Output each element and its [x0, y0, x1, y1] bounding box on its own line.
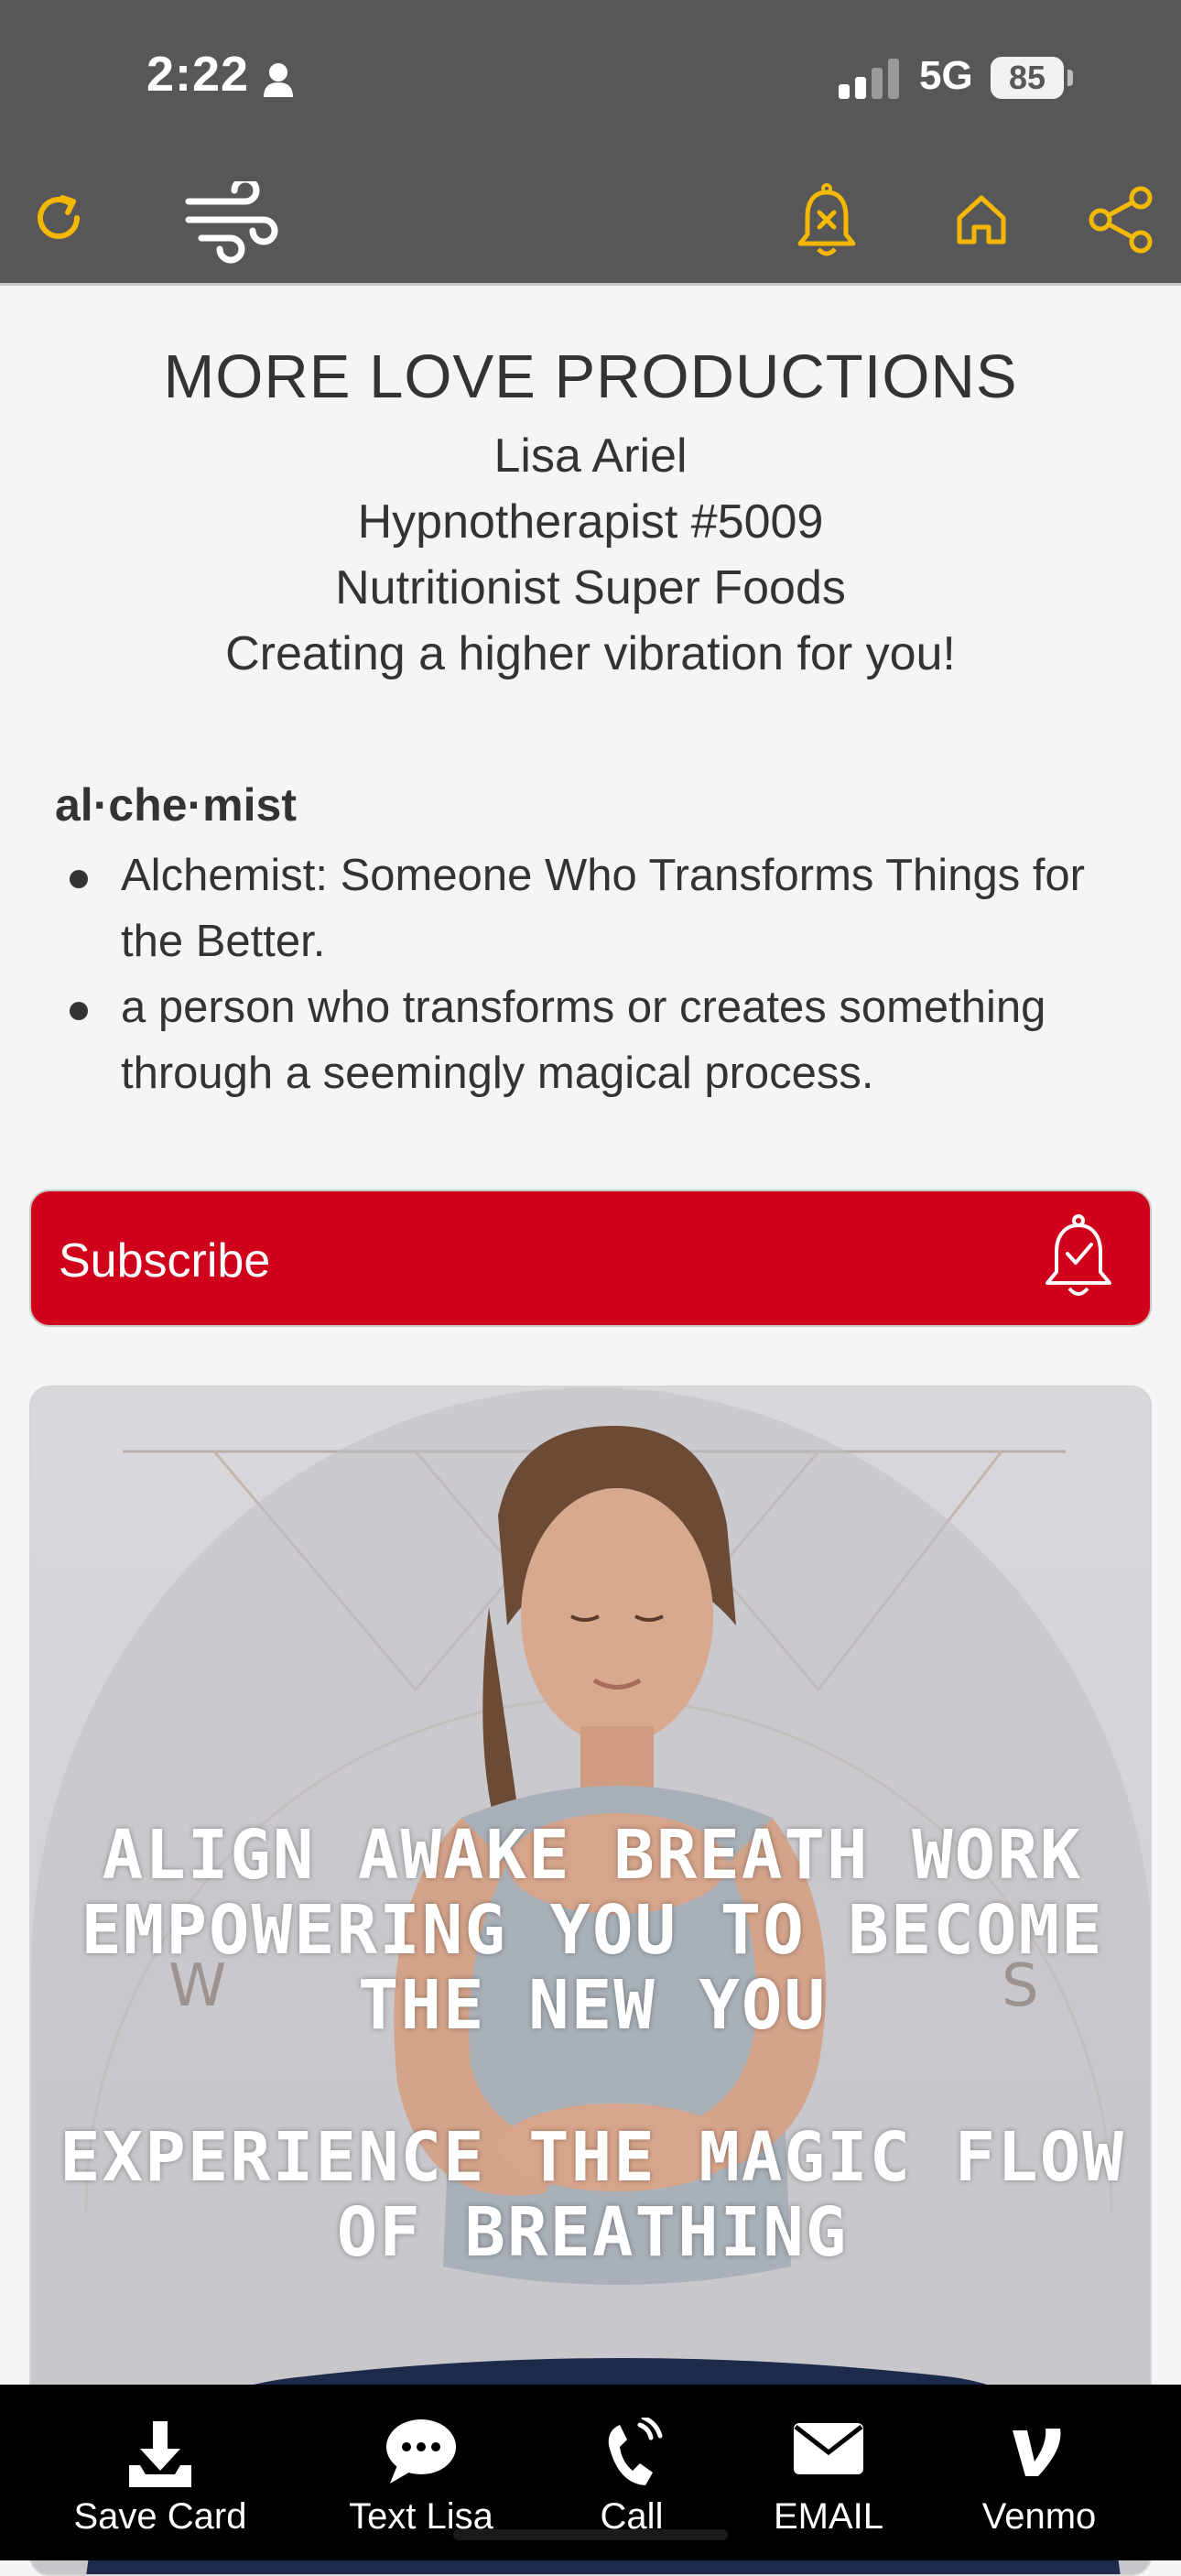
person-icon: [264, 63, 293, 97]
refresh-icon[interactable]: [29, 189, 88, 247]
brand-title: MORE LOVE PRODUCTIONS: [163, 342, 1018, 411]
hero-subheadline: Experience the Magic Flow of Breathing: [60, 2118, 1125, 2272]
venmo-button[interactable]: Venmo: [970, 2385, 1108, 2560]
specialty-line: Nutritionist Super Foods: [335, 561, 846, 614]
bell-check-icon: [1046, 1214, 1111, 1296]
credential-line: Hypnotherapist #5009: [357, 495, 824, 549]
share-icon[interactable]: [1088, 185, 1157, 255]
save-card-button[interactable]: Save Card: [73, 2385, 247, 2560]
profile-header: MORE LOVE PRODUCTIONS Lisa Ariel Hypnoth…: [0, 332, 1181, 687]
phone-icon: [608, 2418, 663, 2485]
save-card-label: Save Card: [73, 2496, 247, 2537]
top-bar: 2:22 5G 85: [0, 0, 1181, 286]
tagline: Creating a higher vibration for you!: [225, 627, 956, 680]
venmo-icon: [1013, 2429, 1061, 2476]
download-icon: [129, 2421, 191, 2487]
definition-item: a person who transforms or creates somet…: [55, 974, 1135, 1106]
subscribe-label: Subscribe: [59, 1234, 271, 1288]
owner-name: Lisa Ariel: [493, 429, 688, 483]
home-icon[interactable]: [952, 190, 1011, 249]
cellular-signal-icon: [839, 59, 899, 99]
subscribe-button[interactable]: Subscribe: [29, 1190, 1152, 1327]
chat-icon: [386, 2419, 456, 2484]
email-label: EMAIL: [773, 2496, 884, 2537]
venmo-label: Venmo: [981, 2496, 1097, 2537]
notifications-off-icon[interactable]: [795, 183, 859, 260]
hero-headline: Align Awake Breath Work Empowering You t…: [81, 1816, 1104, 2045]
status-time: 2:22: [146, 47, 250, 102]
envelope-icon: [794, 2423, 863, 2474]
battery-indicator: 85: [991, 57, 1064, 99]
definition-term: al·che·mist: [55, 779, 297, 831]
battery-tip: [1067, 70, 1073, 86]
definition-item: Alchemist: Someone Who Transforms Things…: [55, 842, 1135, 974]
email-button[interactable]: EMAIL: [751, 2385, 906, 2560]
wind-icon[interactable]: [183, 181, 278, 264]
network-type: 5G: [919, 53, 973, 98]
home-indicator[interactable]: [453, 2529, 728, 2540]
definition-list: Alchemist: Someone Who Transforms Things…: [55, 842, 1135, 1106]
